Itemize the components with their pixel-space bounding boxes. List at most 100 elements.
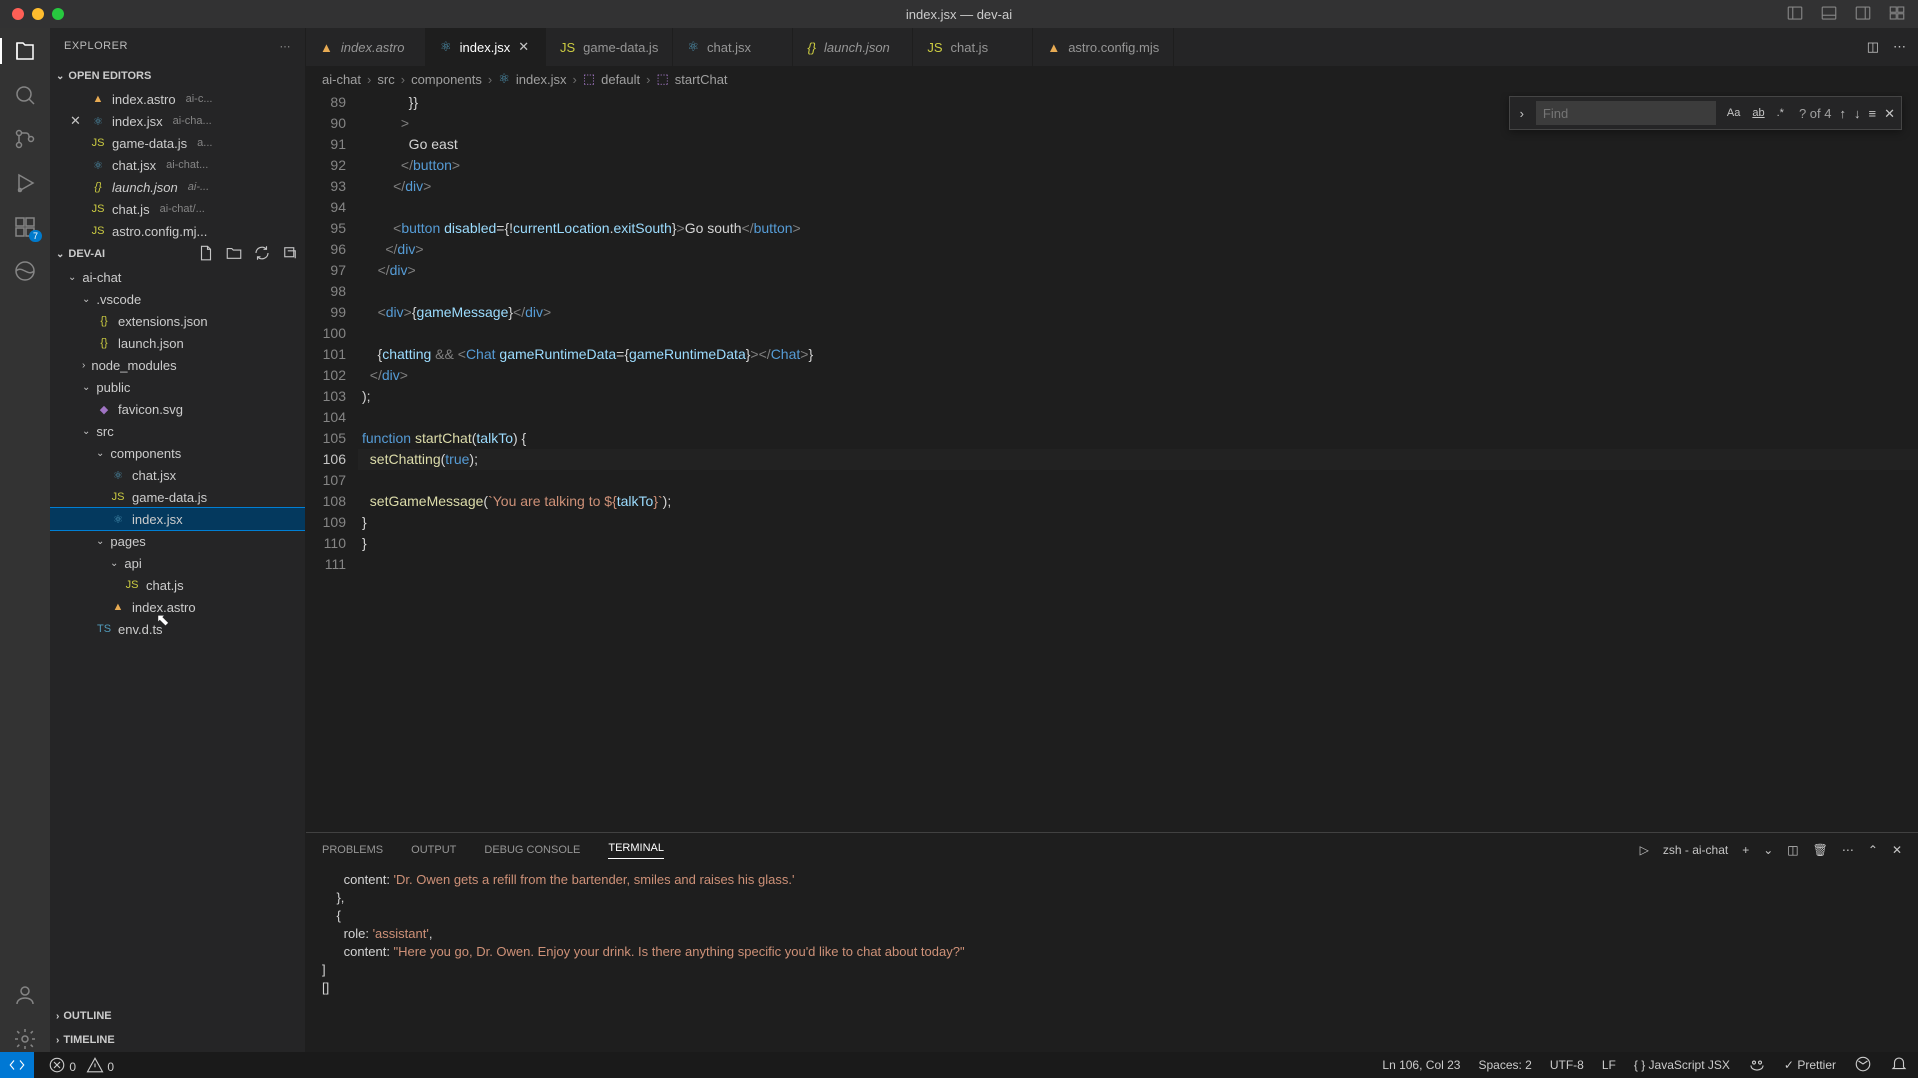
folder-item[interactable]: ⌄public	[50, 376, 305, 398]
cursor-position[interactable]: Ln 106, Col 23	[1382, 1058, 1460, 1072]
tab-terminal[interactable]: TERMINAL	[608, 842, 664, 859]
open-editor-item[interactable]: ✕⚛index.jsxai-cha...	[50, 110, 305, 132]
minimize-window[interactable]	[32, 8, 44, 20]
breadcrumb-item[interactable]: default	[601, 72, 640, 87]
folder-item[interactable]: ⌄pages	[50, 530, 305, 552]
file-item[interactable]: ⚛chat.jsx	[50, 464, 305, 486]
open-editor-item[interactable]: JSastro.config.mj...	[50, 220, 305, 242]
tab-problems[interactable]: PROBLEMS	[322, 844, 383, 856]
new-folder-icon[interactable]	[225, 244, 243, 265]
find-input[interactable]	[1536, 101, 1716, 125]
editor-tab[interactable]: {}launch.json	[793, 28, 913, 66]
editor-tab[interactable]: ⚛chat.jsx	[673, 28, 793, 66]
account-icon[interactable]	[12, 982, 38, 1008]
feedback-icon[interactable]	[1854, 1055, 1872, 1076]
eol[interactable]: LF	[1602, 1058, 1616, 1072]
project-header[interactable]: ⌄ DEV-AI	[50, 242, 305, 266]
breadcrumb-item[interactable]: startChat	[675, 72, 728, 87]
tab-debug-console[interactable]: DEBUG CONSOLE	[484, 844, 580, 856]
code-editor[interactable]: 8990919293949596979899100101102103104105…	[306, 92, 1918, 832]
expand-find-icon[interactable]: ›	[1516, 103, 1528, 124]
file-item[interactable]: {}launch.json	[50, 332, 305, 354]
refresh-icon[interactable]	[253, 244, 271, 265]
breadcrumb-item[interactable]: ai-chat	[322, 72, 361, 87]
timeline-header[interactable]: › TIMELINE	[50, 1028, 305, 1052]
match-word-icon[interactable]: ab	[1749, 101, 1767, 126]
file-item[interactable]: ▲index.astro	[50, 596, 305, 618]
open-editor-item[interactable]: JSgame-data.jsa...	[50, 132, 305, 154]
close-panel-icon[interactable]: ✕	[1892, 843, 1902, 857]
editor-tab[interactable]: JSgame-data.js	[546, 28, 673, 66]
run-debug-icon[interactable]	[12, 170, 38, 196]
editor-tab[interactable]: ▲index.astro	[306, 28, 426, 66]
find-in-selection-icon[interactable]: ≡	[1869, 103, 1877, 124]
terminal-shell-label[interactable]: zsh - ai-chat	[1663, 843, 1728, 857]
extensions-icon[interactable]: 7	[12, 214, 38, 240]
file-item[interactable]: JSgame-data.js	[50, 486, 305, 508]
terminal-dropdown-icon[interactable]: ⌄	[1763, 843, 1773, 857]
close-window[interactable]	[12, 8, 24, 20]
split-terminal-icon[interactable]: ◫	[1787, 843, 1798, 857]
next-match-icon[interactable]: ↓	[1854, 103, 1861, 124]
folder-item[interactable]: ⌄.vscode	[50, 288, 305, 310]
errors-warnings[interactable]: 0 0	[48, 1056, 114, 1074]
settings-gear-icon[interactable]	[12, 1026, 38, 1052]
search-icon[interactable]	[12, 82, 38, 108]
breadcrumb-item[interactable]: components	[411, 72, 482, 87]
terminal-content[interactable]: content: 'Dr. Owen gets a refill from th…	[306, 867, 1918, 1052]
new-terminal-icon[interactable]: +	[1742, 843, 1749, 857]
folder-item[interactable]: ⌄components	[50, 442, 305, 464]
open-editor-item[interactable]: ⚛chat.jsxai-chat...	[50, 154, 305, 176]
tab-output[interactable]: OUTPUT	[411, 844, 456, 856]
close-icon[interactable]: ✕	[70, 113, 84, 129]
open-editor-item[interactable]: ▲index.astroai-c...	[50, 88, 305, 110]
breadcrumbs[interactable]: ai-chat› src› components› ⚛ index.jsx› ⬚…	[306, 66, 1918, 92]
copilot-icon[interactable]	[1748, 1055, 1766, 1076]
close-find-icon[interactable]: ✕	[1884, 103, 1895, 124]
file-item[interactable]: TSenv.d.ts	[50, 618, 305, 640]
folder-item[interactable]: ⌄api	[50, 552, 305, 574]
explorer-icon[interactable]	[12, 38, 38, 64]
kill-terminal-icon[interactable]: 🗑	[1813, 843, 1828, 857]
folder-item[interactable]: ›node_modules	[50, 354, 305, 376]
open-editor-item[interactable]: {}launch.jsonai-...	[50, 176, 305, 198]
notifications-icon[interactable]	[1890, 1055, 1908, 1076]
file-item[interactable]: ◆favicon.svg	[50, 398, 305, 420]
maximize-panel-icon[interactable]: ⌃	[1868, 843, 1878, 857]
indentation[interactable]: Spaces: 2	[1478, 1058, 1531, 1072]
folder-item[interactable]: ⌄ai-chat	[50, 266, 305, 288]
source-control-icon[interactable]	[12, 126, 38, 152]
maximize-window[interactable]	[52, 8, 64, 20]
outline-header[interactable]: › OUTLINE	[50, 1004, 305, 1028]
toggle-secondary-icon[interactable]	[1854, 4, 1872, 25]
customize-layout-icon[interactable]	[1888, 4, 1906, 25]
more-actions-icon[interactable]: ⋯	[1842, 843, 1854, 857]
split-editor-icon[interactable]: ◫	[1867, 39, 1879, 55]
prev-match-icon[interactable]: ↑	[1840, 103, 1847, 124]
toggle-panel-icon[interactable]	[1820, 4, 1838, 25]
terminal-launch-icon[interactable]: ▷	[1640, 843, 1649, 857]
language-mode[interactable]: { } JavaScript JSX	[1634, 1058, 1730, 1072]
open-editor-item[interactable]: JSchat.jsai-chat/...	[50, 198, 305, 220]
file-item[interactable]: {}extensions.json	[50, 310, 305, 332]
prettier-status[interactable]: ✓ Prettier	[1784, 1058, 1836, 1072]
file-item[interactable]: ⚛index.jsx	[50, 508, 305, 530]
folder-item[interactable]: ⌄src	[50, 420, 305, 442]
new-file-icon[interactable]	[197, 244, 215, 265]
remote-indicator[interactable]	[0, 1052, 34, 1078]
match-case-icon[interactable]: Aa	[1724, 101, 1743, 126]
edge-icon[interactable]	[12, 258, 38, 284]
encoding[interactable]: UTF-8	[1550, 1058, 1584, 1072]
explorer-more-icon[interactable]: ⋯	[280, 40, 292, 53]
collapse-all-icon[interactable]	[281, 244, 299, 265]
regex-icon[interactable]: .*	[1774, 101, 1787, 126]
editor-tab[interactable]: ▲astro.config.mjs	[1033, 28, 1174, 66]
file-item[interactable]: JSchat.js	[50, 574, 305, 596]
close-tab-icon[interactable]: ✕	[518, 39, 529, 55]
editor-tab[interactable]: JSchat.js	[913, 28, 1033, 66]
code-content[interactable]: }} > Go east </button> </div> <button di…	[362, 92, 1918, 832]
editor-tab[interactable]: ⚛index.jsx✕	[426, 28, 546, 66]
toggle-sidebar-icon[interactable]	[1786, 4, 1804, 25]
breadcrumb-item[interactable]: index.jsx	[516, 72, 567, 87]
open-editors-header[interactable]: ⌄ OPEN EDITORS	[50, 64, 305, 88]
